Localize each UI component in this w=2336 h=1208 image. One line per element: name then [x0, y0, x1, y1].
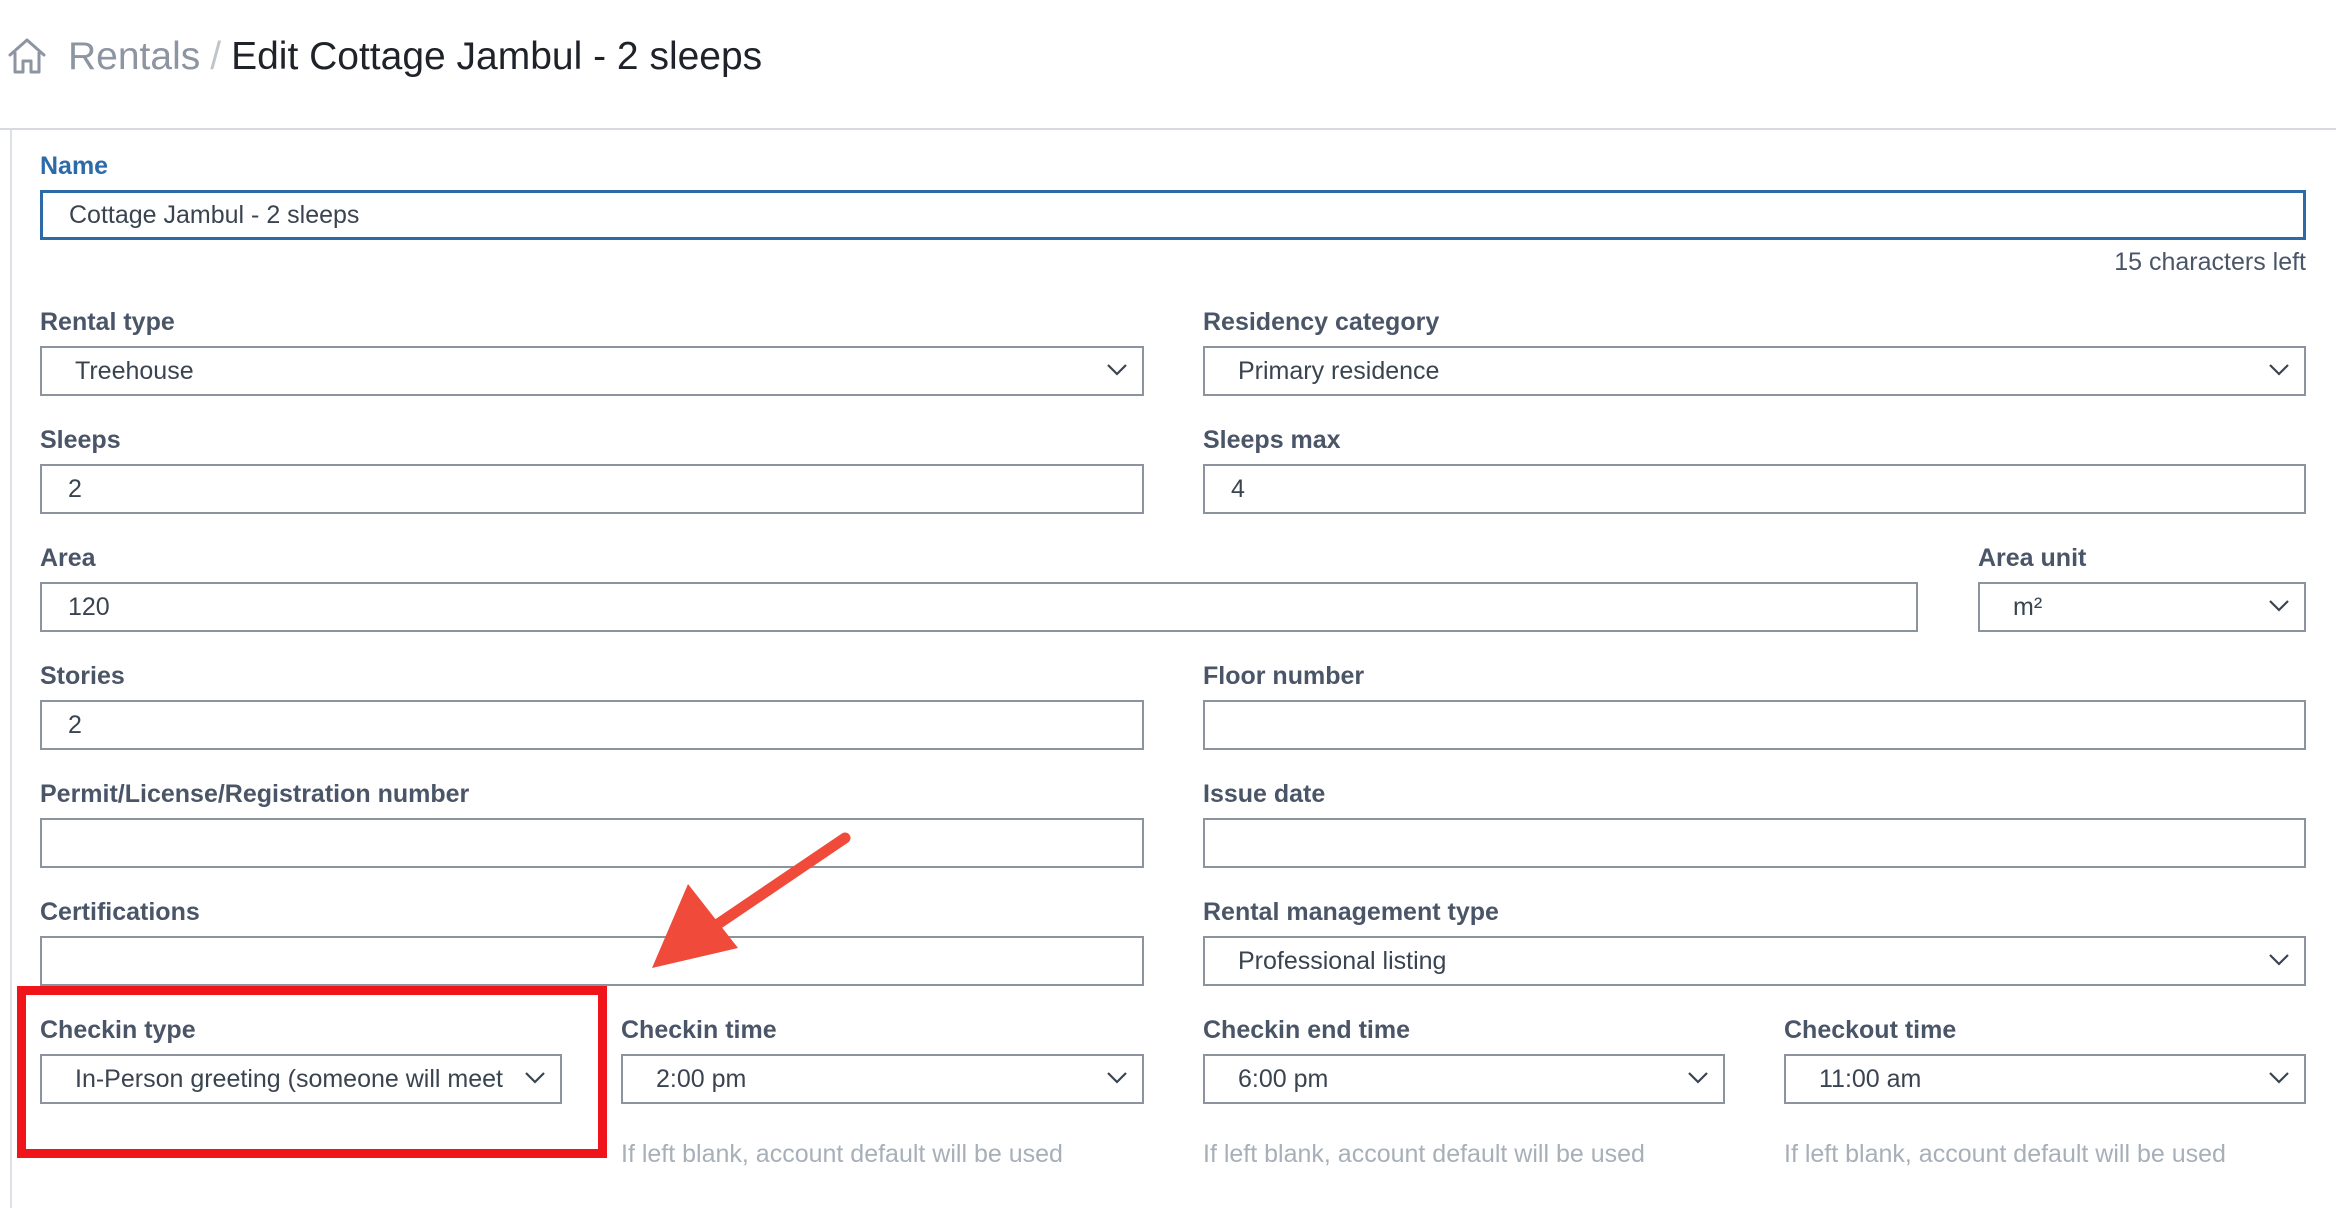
rental-management-type-label: Rental management type: [1203, 898, 1499, 926]
home-icon[interactable]: [6, 36, 48, 76]
rental-management-type-select[interactable]: Professional listing: [1203, 936, 2306, 986]
checkin-end-time-value: 6:00 pm: [1238, 1065, 1329, 1093]
checkin-time-label: Checkin time: [621, 1016, 777, 1044]
breadcrumb-separator: /: [210, 35, 222, 78]
area-label: Area: [40, 544, 96, 572]
stories-value: 2: [68, 711, 82, 739]
sleeps-label: Sleeps: [40, 426, 121, 454]
sleeps-value: 2: [68, 475, 82, 503]
permit-input[interactable]: [40, 818, 1144, 868]
annotation-arrow-icon: [652, 832, 851, 968]
area-input[interactable]: 120: [40, 582, 1918, 632]
breadcrumb: Rentals / Edit Cottage Jambul - 2 sleeps: [68, 30, 762, 84]
chevron-down-icon: [2269, 1072, 2289, 1084]
rental-type-value: Treehouse: [75, 357, 194, 385]
sleeps-input[interactable]: 2: [40, 464, 1144, 514]
checkin-end-time-label: Checkin end time: [1203, 1016, 1410, 1044]
name-label: Name: [40, 152, 109, 180]
certifications-input[interactable]: [40, 936, 1144, 986]
page-title: Edit Cottage Jambul - 2 sleeps: [231, 35, 763, 78]
checkout-time-helper: If left blank, account default will be u…: [1784, 1140, 2226, 1168]
permit-label: Permit/License/Registration number: [40, 780, 470, 808]
area-value: 120: [68, 593, 110, 621]
page-header: Rentals / Edit Cottage Jambul - 2 sleeps: [0, 0, 2336, 130]
area-unit-select[interactable]: m²: [1978, 582, 2306, 632]
rental-management-type-value: Professional listing: [1238, 947, 1447, 975]
checkout-time-select[interactable]: 11:00 am: [1784, 1054, 2306, 1104]
chevron-down-icon: [1688, 1072, 1708, 1084]
name-input-value: Cottage Jambul - 2 sleeps: [69, 201, 360, 229]
floor-number-input[interactable]: [1203, 700, 2306, 750]
rental-type-select[interactable]: Treehouse: [40, 346, 1144, 396]
chevron-down-icon: [1107, 1072, 1127, 1084]
certifications-label: Certifications: [40, 898, 200, 926]
checkin-time-value: 2:00 pm: [656, 1065, 747, 1093]
area-unit-value: m²: [2013, 593, 2043, 621]
content-left-border: [10, 130, 12, 1208]
stories-label: Stories: [40, 662, 125, 690]
annotation-highlight-box: [17, 986, 607, 1158]
name-character-counter: 15 characters left: [2114, 248, 2306, 276]
checkout-time-label: Checkout time: [1784, 1016, 1957, 1044]
sleeps-max-value: 4: [1231, 475, 1245, 503]
checkout-time-value: 11:00 am: [1819, 1065, 1922, 1093]
chevron-down-icon: [1107, 364, 1127, 376]
name-input[interactable]: Cottage Jambul - 2 sleeps: [40, 190, 2306, 240]
stories-input[interactable]: 2: [40, 700, 1144, 750]
residency-category-value: Primary residence: [1238, 357, 1440, 385]
area-unit-label: Area unit: [1978, 544, 2087, 572]
sleeps-max-input[interactable]: 4: [1203, 464, 2306, 514]
floor-number-label: Floor number: [1203, 662, 1365, 690]
residency-category-label: Residency category: [1203, 308, 1440, 336]
chevron-down-icon: [2269, 364, 2289, 376]
chevron-down-icon: [2269, 600, 2289, 612]
rental-type-label: Rental type: [40, 308, 175, 336]
residency-category-select[interactable]: Primary residence: [1203, 346, 2306, 396]
checkin-end-time-helper: If left blank, account default will be u…: [1203, 1140, 1645, 1168]
checkin-time-helper: If left blank, account default will be u…: [621, 1140, 1063, 1168]
issue-date-input[interactable]: [1203, 818, 2306, 868]
issue-date-label: Issue date: [1203, 780, 1326, 808]
sleeps-max-label: Sleeps max: [1203, 426, 1341, 454]
breadcrumb-link-rentals[interactable]: Rentals: [68, 35, 200, 78]
checkin-end-time-select[interactable]: 6:00 pm: [1203, 1054, 1725, 1104]
chevron-down-icon: [2269, 954, 2289, 966]
checkin-time-select[interactable]: 2:00 pm: [621, 1054, 1144, 1104]
